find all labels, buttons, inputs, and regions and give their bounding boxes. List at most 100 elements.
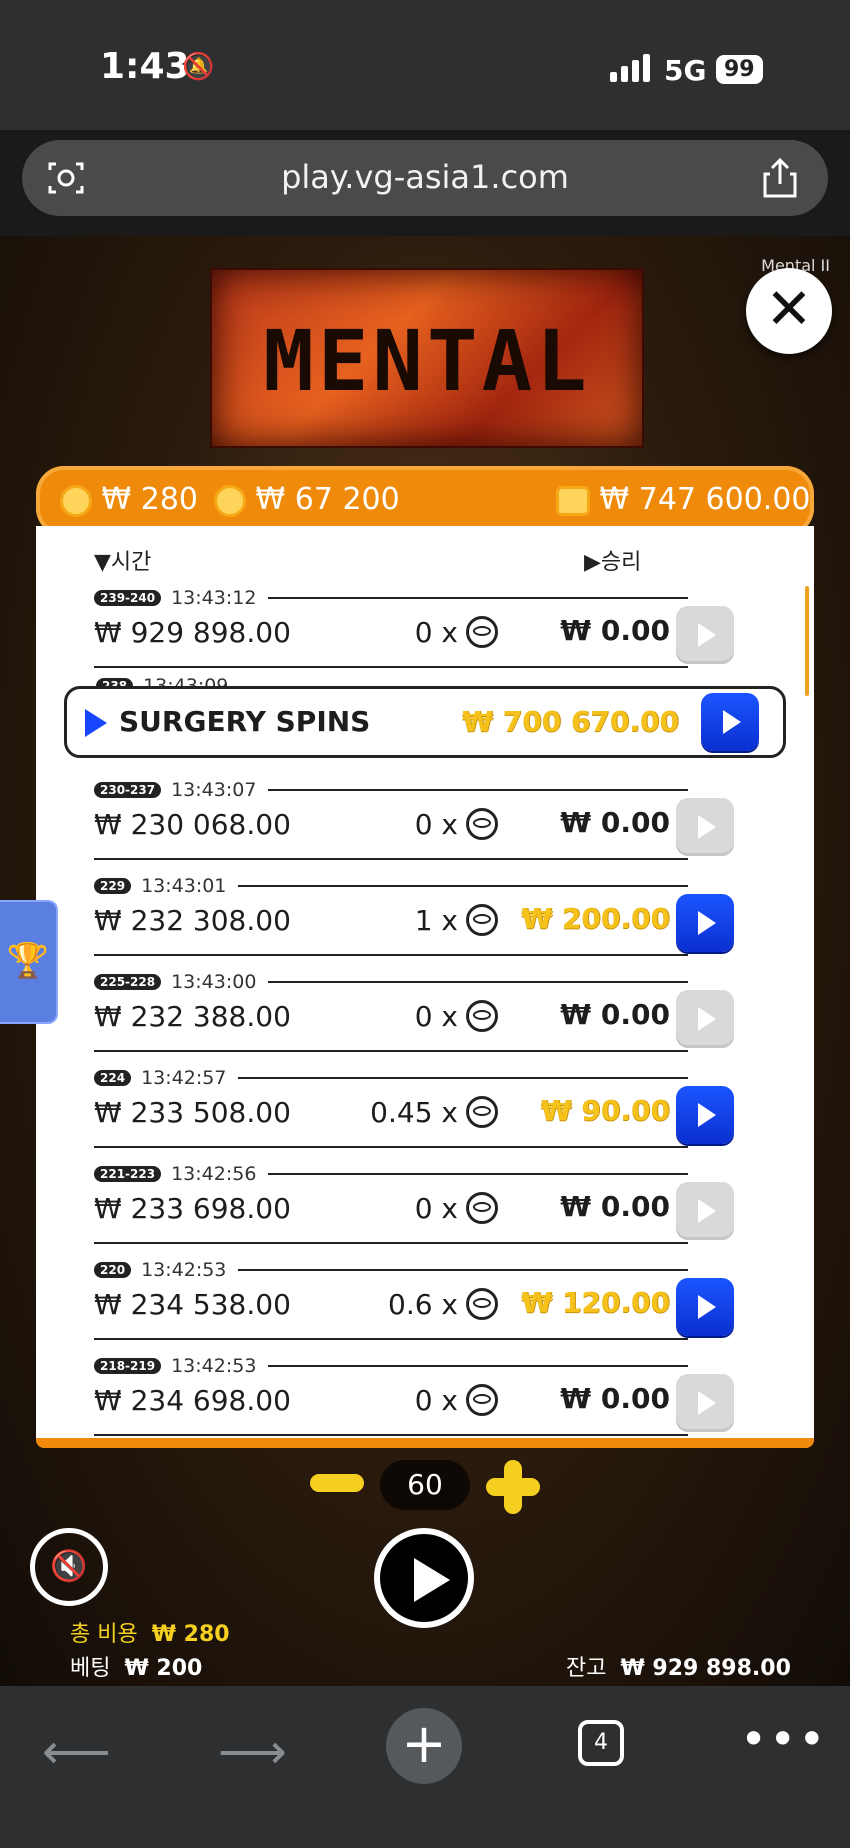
status-bar: 1:43 🔕 5G 99 play.vg-asia1.com bbox=[0, 0, 850, 216]
round-time: 13:42:53 bbox=[141, 1259, 227, 1281]
divider bbox=[94, 1338, 688, 1340]
signal-icon bbox=[610, 54, 652, 82]
divider bbox=[94, 1050, 688, 1052]
round-time: 13:43:00 bbox=[171, 971, 257, 993]
win-amount: ₩ 120.00 bbox=[521, 1286, 670, 1319]
replay-button[interactable] bbox=[676, 1086, 734, 1144]
balance-value: ₩ 747 600.00 bbox=[599, 482, 811, 517]
divider bbox=[268, 1173, 688, 1175]
divider bbox=[268, 1365, 688, 1367]
divider bbox=[238, 885, 688, 887]
win-amount: ₩ 0.00 bbox=[560, 806, 670, 839]
round-badge: 220 bbox=[94, 1262, 132, 1278]
multiplier: 0.45 x bbox=[370, 1096, 498, 1130]
multiplier: 0 x bbox=[415, 616, 498, 650]
multiplier: 1 x bbox=[415, 904, 498, 938]
feature-label: SURGERY SPINS bbox=[119, 705, 371, 738]
divider bbox=[94, 954, 688, 956]
replay-button[interactable] bbox=[701, 693, 759, 751]
multiplier-value: 1 x bbox=[414, 904, 458, 937]
more-icon[interactable]: ••• bbox=[740, 1712, 827, 1766]
round-time: 13:43:12 bbox=[171, 587, 257, 609]
wallet-icon bbox=[556, 485, 590, 516]
coin-icon bbox=[466, 904, 498, 936]
replay-button[interactable] bbox=[676, 606, 734, 664]
win-amount: ₩ 0.00 bbox=[560, 1190, 670, 1223]
url-text[interactable]: play.vg-asia1.com bbox=[22, 158, 828, 196]
share-icon[interactable] bbox=[760, 156, 800, 200]
total-coin-stat: ₩ 67 200 bbox=[214, 482, 400, 517]
history-row: 230-237 13:43:07 ₩ 230 068.00 0 x ₩ 0.00 bbox=[94, 778, 734, 872]
game-logo: MENTAL bbox=[210, 268, 644, 448]
tabs-icon[interactable]: 4 bbox=[578, 1720, 624, 1766]
win-amount: ₩ 0.00 bbox=[560, 998, 670, 1031]
bet-value: ₩ 200 bbox=[124, 1656, 203, 1681]
silent-bell-icon: 🔕 bbox=[182, 52, 215, 82]
multiplier-value: 0.45 x bbox=[370, 1096, 458, 1129]
history-row: 218-219 13:42:53 ₩ 234 698.00 0 x ₩ 0.00 bbox=[94, 1354, 734, 1448]
increase-button[interactable] bbox=[486, 1460, 540, 1514]
round-meta: 239-240 13:43:12 bbox=[94, 587, 688, 609]
replay-button[interactable] bbox=[676, 1278, 734, 1336]
divider bbox=[268, 597, 688, 599]
round-badge: 218-219 bbox=[94, 1358, 162, 1374]
history-row: 220 13:42:53 ₩ 234 538.00 0.6 x ₩ 120.00 bbox=[94, 1258, 734, 1352]
multiplier-value: 0 x bbox=[414, 1192, 458, 1225]
divider bbox=[238, 1269, 688, 1271]
round-time: 13:43:07 bbox=[171, 779, 257, 801]
round-meta: 225-228 13:43:00 bbox=[94, 971, 688, 993]
close-icon[interactable]: ✕ bbox=[746, 268, 832, 354]
replay-button[interactable] bbox=[676, 894, 734, 952]
replay-button[interactable] bbox=[676, 798, 734, 856]
round-meta: 221-223 13:42:56 bbox=[94, 1163, 688, 1185]
round-meta: 218-219 13:42:53 bbox=[94, 1355, 688, 1377]
bet-amount: ₩ 234 698.00 bbox=[94, 1384, 291, 1417]
round-badge: 224 bbox=[94, 1070, 132, 1086]
replay-button[interactable] bbox=[676, 990, 734, 1048]
url-bar[interactable]: play.vg-asia1.com bbox=[22, 140, 828, 216]
sort-win-header[interactable]: ▶승리 bbox=[584, 544, 641, 576]
balance-stat: ₩ 747 600.00 bbox=[556, 482, 811, 517]
bet-amount: 베팅 ₩ 200 bbox=[70, 1650, 202, 1682]
win-amount: ₩ 0.00 bbox=[560, 614, 670, 647]
bet-amount: ₩ 232 308.00 bbox=[94, 904, 291, 937]
coin-icon bbox=[466, 616, 498, 648]
round-time: 13:42:56 bbox=[171, 1163, 257, 1185]
multiplier-value: 0 x bbox=[414, 616, 458, 649]
decrease-button[interactable] bbox=[310, 1474, 364, 1492]
bet-coin-stat: ₩ 280 bbox=[60, 482, 198, 517]
round-time: 13:42:53 bbox=[171, 1355, 257, 1377]
replay-button[interactable] bbox=[676, 1182, 734, 1240]
total-coin-value: ₩ 67 200 bbox=[255, 482, 400, 517]
feature-row[interactable]: SURGERY SPINS ₩ 700 670.00 bbox=[64, 686, 786, 758]
history-row: 239-240 13:43:12 ₩ 929 898.00 0 x ₩ 0.00 bbox=[94, 586, 734, 680]
win-amount: ₩ 0.00 bbox=[560, 1382, 670, 1415]
back-arrow-icon[interactable]: ⟵ bbox=[42, 1724, 111, 1780]
trophy-icon[interactable]: 🏆 bbox=[0, 900, 58, 1024]
mute-icon[interactable]: 🔇 bbox=[30, 1528, 108, 1606]
scrollbar[interactable] bbox=[805, 586, 809, 696]
win-amount: ₩ 200.00 bbox=[521, 902, 670, 935]
round-badge: 221-223 bbox=[94, 1166, 162, 1182]
multiplier: 0 x bbox=[415, 1192, 498, 1226]
divider bbox=[94, 1434, 688, 1436]
coin-icon bbox=[466, 1384, 498, 1416]
round-time: 13:42:57 bbox=[141, 1067, 227, 1089]
history-row: 221-223 13:42:56 ₩ 233 698.00 0 x ₩ 0.00 bbox=[94, 1162, 734, 1256]
forward-arrow-icon[interactable]: ⟶ bbox=[218, 1724, 287, 1780]
replay-button[interactable] bbox=[676, 1374, 734, 1432]
plus-icon[interactable]: + bbox=[386, 1708, 462, 1784]
spin-button[interactable] bbox=[374, 1528, 474, 1628]
round-meta: 230-237 13:43:07 bbox=[94, 779, 688, 801]
coin-icon bbox=[466, 1192, 498, 1224]
sort-time-header[interactable]: ▼시간 bbox=[94, 544, 151, 576]
multiplier: 0 x bbox=[415, 1000, 498, 1034]
divider bbox=[94, 858, 688, 860]
round-meta: 220 13:42:53 bbox=[94, 1259, 688, 1281]
coin-icon bbox=[214, 484, 246, 517]
multiplier: 0.6 x bbox=[388, 1288, 498, 1322]
multiplier-value: 0 x bbox=[414, 1384, 458, 1417]
status-time: 1:43 bbox=[100, 46, 190, 87]
bet-amount: ₩ 233 698.00 bbox=[94, 1192, 291, 1225]
coin-icon bbox=[466, 1288, 498, 1320]
